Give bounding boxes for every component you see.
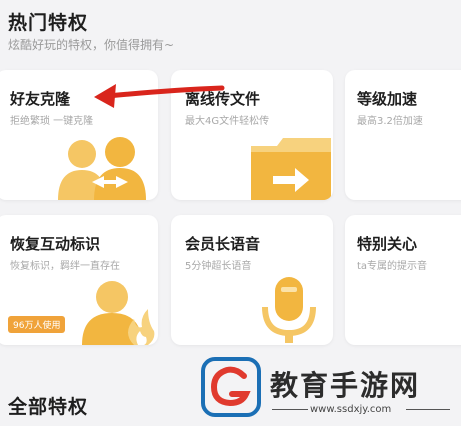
- card-desc: ta专属的提示音: [357, 261, 428, 272]
- card-title: 会员长语音: [185, 235, 261, 253]
- microphone-icon: [262, 277, 316, 343]
- card-desc: 最高3.2倍加速: [357, 116, 423, 127]
- watermark: 教育手游网 www.ssdxjy.com: [200, 356, 460, 426]
- card-friend-clone[interactable]: 好友克隆 拒绝繁琐 一键克隆: [0, 70, 158, 200]
- card-desc: 5分钟超长语音: [185, 261, 252, 272]
- card-desc: 最大4G文件轻松传: [185, 116, 270, 127]
- card-offline-file[interactable]: 离线传文件 最大4G文件轻松传: [171, 70, 333, 200]
- card-title: 好友克隆: [10, 90, 71, 108]
- card-restore-badge[interactable]: 恢复互动标识 恢复标识，羁绊一直存在 96万人使用: [0, 215, 158, 345]
- card-desc: 恢复标识，羁绊一直存在: [10, 261, 120, 272]
- card-long-voice[interactable]: 会员长语音 5分钟超长语音: [171, 215, 333, 345]
- card-special-care[interactable]: 特别关心 ta专属的提示音: [345, 215, 461, 345]
- hot-privileges-title: 热门特权: [8, 12, 89, 34]
- hot-privileges-subtitle: 炫酷好玩的特权，你值得拥有~: [8, 38, 175, 52]
- card-title: 等级加速: [357, 90, 418, 108]
- privilege-grid: 好友克隆 拒绝繁琐 一键克隆 离线传文件 最大4G文件轻松传 等级加速 最高3.…: [0, 70, 461, 345]
- restore-badge-icon: [82, 281, 155, 345]
- card-level-boost[interactable]: 等级加速 最高3.2倍加速: [345, 70, 461, 200]
- card-desc: 拒绝繁琐 一键克隆: [10, 116, 94, 127]
- watermark-text: 教育手游网: [270, 369, 421, 402]
- card-title: 离线传文件: [185, 90, 261, 108]
- all-privileges-title: 全部特权: [8, 396, 89, 418]
- watermark-url: www.ssdxjy.com: [310, 404, 392, 415]
- watermark-rule-right: [406, 409, 450, 410]
- folder-transfer-icon: [251, 138, 331, 200]
- card-title: 特别关心: [357, 235, 418, 253]
- usage-badge: 96万人使用: [8, 316, 66, 333]
- card-title: 恢复互动标识: [10, 235, 101, 253]
- watermark-rule-left: [272, 409, 308, 410]
- watermark-logo-icon: [201, 357, 261, 417]
- friends-clone-icon: [58, 137, 146, 200]
